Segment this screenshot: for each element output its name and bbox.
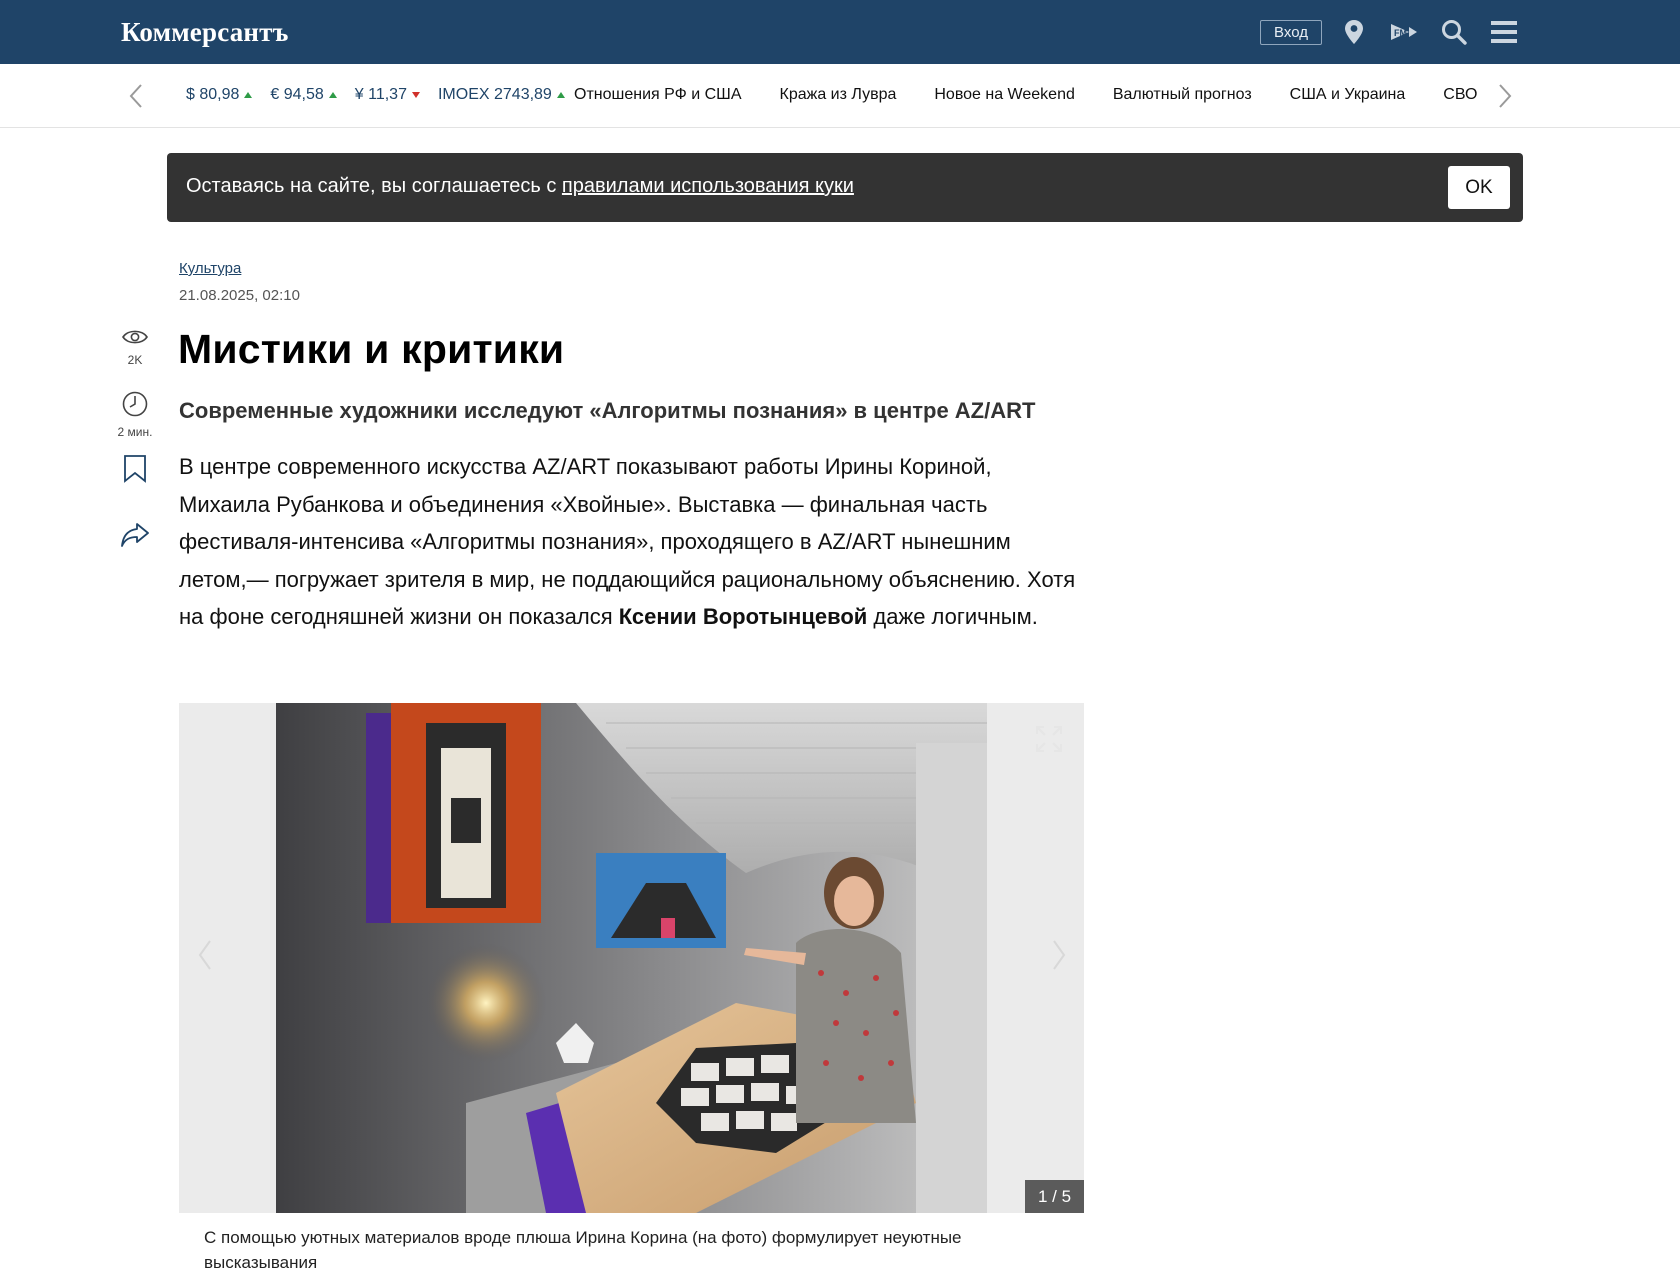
- chevron-right-icon[interactable]: [1493, 80, 1517, 112]
- read-time: 2 мин.: [114, 390, 156, 439]
- topic-link[interactable]: Новое на Weekend: [934, 86, 1075, 104]
- svg-text:FM: FM: [1394, 28, 1407, 38]
- menu-icon[interactable]: [1490, 16, 1518, 48]
- cookie-text: Оставаясь на сайте, вы соглашаетесь с пр…: [186, 175, 854, 197]
- cookie-policy-link[interactable]: правилами использования куки: [562, 175, 854, 197]
- topic-link[interactable]: Кража из Лувра: [780, 86, 897, 104]
- topic-link[interactable]: Валютный прогноз: [1113, 86, 1252, 104]
- rubric-link[interactable]: Культура: [179, 260, 241, 277]
- views-counter: 2K: [114, 328, 156, 367]
- rate-usd[interactable]: $ 80,98: [186, 86, 253, 104]
- trend-up-icon: [328, 92, 337, 98]
- fullscreen-icon[interactable]: [1035, 725, 1063, 753]
- read-time-label: 2 мин.: [117, 425, 153, 439]
- author-name: Ксении Воротынцевой: [618, 604, 868, 629]
- topic-link[interactable]: Отношения РФ и США: [574, 86, 742, 104]
- photo-caption: С помощью уютных материалов вроде плюша …: [204, 1228, 962, 1272]
- publish-date: 21.08.2025, 02:10: [179, 287, 300, 304]
- rate-imoex[interactable]: IMOEX 2743,89: [438, 86, 565, 104]
- topic-link[interactable]: США и Украина: [1290, 86, 1406, 104]
- rate-cny[interactable]: ¥ 11,37: [355, 86, 420, 104]
- cookie-ok-button[interactable]: OK: [1448, 166, 1510, 209]
- cookie-banner: Оставаясь на сайте, вы соглашаетесь с пр…: [167, 153, 1523, 222]
- trend-down-icon: [411, 92, 420, 98]
- gallery-counter: 1 / 5: [1025, 1180, 1084, 1213]
- topic-link[interactable]: СВО: [1443, 86, 1477, 104]
- views-count: 2K: [127, 353, 143, 367]
- trend-up-icon: [556, 92, 565, 98]
- eye-icon: [122, 330, 148, 344]
- bookmark-icon: [124, 455, 146, 483]
- gallery-photo[interactable]: [276, 703, 987, 1213]
- trend-up-icon: [244, 92, 253, 98]
- bookmark-button[interactable]: [114, 454, 156, 489]
- photo-gallery: 1 / 5: [179, 703, 1084, 1213]
- site-logo[interactable]: Коммерсантъ: [121, 17, 289, 48]
- article-subtitle: Современные художники исследуют «Алгорит…: [179, 398, 1036, 423]
- gallery-prev-button[interactable]: [195, 935, 215, 975]
- share-icon: [121, 523, 149, 547]
- location-icon[interactable]: [1343, 16, 1365, 48]
- search-icon[interactable]: [1440, 16, 1468, 48]
- article-lead: В центре современного искусства AZ/ART п…: [179, 454, 1076, 629]
- rate-eur[interactable]: € 94,58: [270, 86, 337, 104]
- currency-rates: $ 80,98 € 94,58 ¥ 11,37 IMOEX 2743,89: [186, 86, 565, 104]
- ticker-strip: $ 80,98 € 94,58 ¥ 11,37 IMOEX 2743,89 От…: [0, 64, 1680, 128]
- site-header: Коммерсантъ Вход FM: [0, 0, 1680, 64]
- topic-links: Отношения РФ и США Кража из Лувра Новое …: [574, 86, 1477, 104]
- login-button[interactable]: Вход: [1260, 20, 1322, 45]
- gallery-next-button[interactable]: [1049, 935, 1069, 975]
- share-button[interactable]: [114, 522, 156, 553]
- article-title: Мистики и критики: [178, 326, 565, 372]
- chevron-left-icon[interactable]: [124, 80, 148, 112]
- clock-icon: [122, 391, 148, 417]
- fm-radio-icon[interactable]: FM: [1389, 16, 1419, 48]
